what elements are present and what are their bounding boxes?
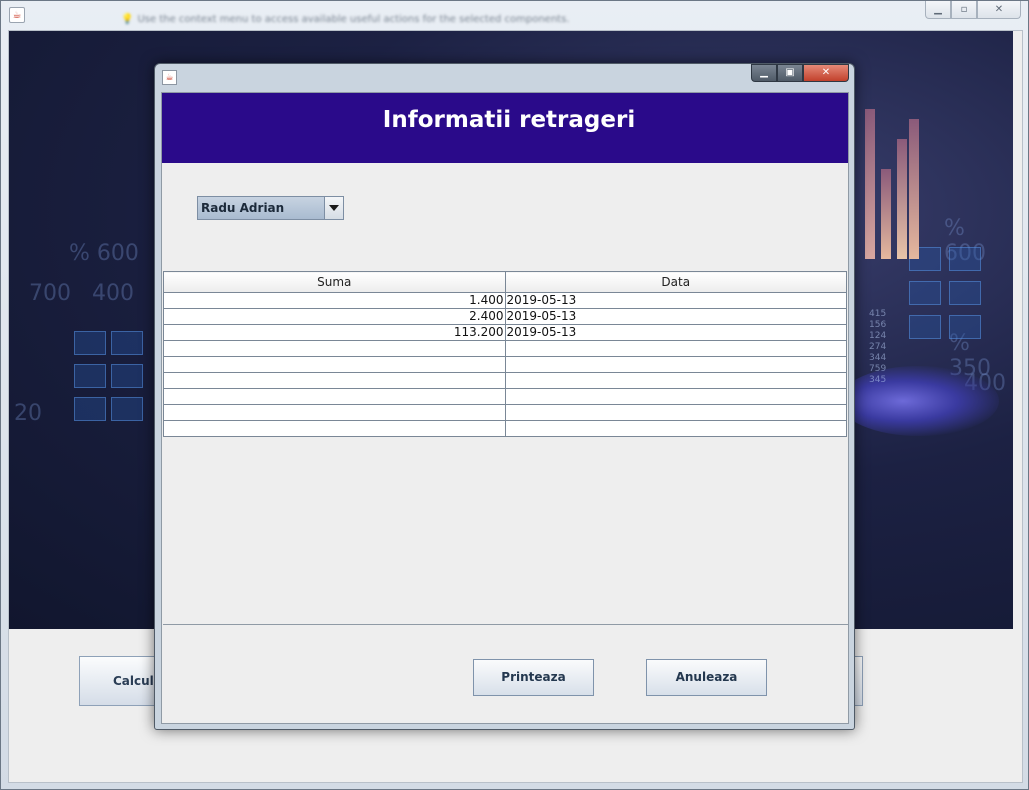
bg-glow-hand	[839, 366, 999, 436]
cell-data[interactable]: 2019-05-13	[504, 308, 847, 325]
bg-chart-tile	[111, 364, 143, 388]
withdrawals-dialog: ☕ ▁ ▣ ✕ Informatii retrageri Radu Adrian…	[154, 63, 855, 730]
close-icon[interactable]: ✕	[977, 1, 1021, 19]
dialog-header: Informatii retrageri	[162, 93, 848, 163]
dialog-window-controls: ▁ ▣ ✕	[751, 64, 849, 82]
cell-suma[interactable]	[163, 356, 506, 373]
minimize-icon[interactable]: ▁	[925, 1, 951, 19]
bg-chart-tile	[949, 281, 981, 305]
bg-bar	[865, 109, 875, 259]
bg-chart-tile	[74, 397, 106, 421]
cell-data[interactable]: 2019-05-13	[504, 292, 847, 309]
table-row[interactable]	[163, 420, 847, 437]
bg-chart-tile	[111, 331, 143, 355]
bg-chart-tile	[909, 315, 941, 339]
bg-bar	[897, 139, 907, 259]
print-button[interactable]: Printeaza	[473, 659, 594, 696]
maximize-icon[interactable]: ▫	[951, 1, 977, 19]
bg-chart-tile	[74, 331, 106, 355]
cell-data[interactable]	[504, 340, 847, 357]
table-row[interactable]	[163, 388, 847, 405]
client-select-value[interactable]: Radu Adrian	[198, 197, 324, 219]
table-row[interactable]: 1.400 2019-05-13	[163, 292, 847, 309]
minimize-icon[interactable]: ▁	[751, 64, 777, 82]
cell-data[interactable]	[504, 388, 847, 405]
chevron-down-icon[interactable]	[324, 197, 343, 219]
bg-decoration: 700 400	[29, 281, 134, 306]
cell-data[interactable]	[504, 404, 847, 421]
lightbulb-icon: 💡	[121, 14, 134, 25]
table-row[interactable]	[163, 404, 847, 421]
cell-suma[interactable]: 113.200	[163, 324, 506, 341]
cell-suma[interactable]	[163, 404, 506, 421]
cell-data[interactable]	[504, 372, 847, 389]
bg-chart-tile	[909, 281, 941, 305]
close-icon[interactable]: ✕	[803, 64, 849, 82]
dialog-title: Informatii retrageri	[382, 107, 636, 133]
bg-decoration: 20	[14, 401, 42, 426]
main-window-controls: ▁ ▫ ✕	[925, 1, 1021, 19]
bg-chart-tile	[949, 315, 981, 339]
maximize-icon[interactable]: ▣	[777, 64, 803, 82]
table-row[interactable]: 2.400 2019-05-13	[163, 308, 847, 325]
dialog-body: Informatii retrageri Radu Adrian Suma Da…	[161, 92, 849, 724]
bg-bar	[909, 119, 919, 259]
cell-suma[interactable]	[163, 420, 506, 437]
bg-decoration: 415 156 124 274 344 759 345	[869, 309, 887, 385]
withdrawals-table: Suma Data 1.400 2019-05-13 2.400 2019-05-1…	[163, 271, 847, 437]
cancel-button[interactable]: Anuleaza	[646, 659, 767, 696]
bg-chart-tile	[949, 247, 981, 271]
cell-data[interactable]: 2019-05-13	[504, 324, 847, 341]
cell-suma[interactable]	[163, 388, 506, 405]
column-header-data[interactable]: Data	[504, 271, 847, 293]
cell-suma[interactable]: 2.400	[163, 308, 506, 325]
column-header-suma[interactable]: Suma	[163, 271, 506, 293]
cell-suma[interactable]	[163, 340, 506, 357]
table-row[interactable]	[163, 372, 847, 389]
table-row[interactable]	[163, 356, 847, 373]
table-row[interactable]: 113.200 2019-05-13	[163, 324, 847, 341]
bg-bar	[881, 169, 891, 259]
cell-suma[interactable]: 1.400	[163, 292, 506, 309]
cell-data[interactable]	[504, 356, 847, 373]
bg-chart-tile	[111, 397, 143, 421]
cell-suma[interactable]	[163, 372, 506, 389]
java-icon: ☕	[9, 7, 25, 23]
table-scroll-area[interactable]: Suma Data 1.400 2019-05-13 2.400 2019-05-1…	[163, 271, 848, 625]
table-row[interactable]	[163, 340, 847, 357]
cell-data[interactable]	[504, 420, 847, 437]
main-titlebar: ☕ 💡 Use the context menu to access availa…	[1, 1, 1028, 29]
context-hint-text: Use the context menu to access available…	[137, 14, 570, 25]
java-icon: ☕	[162, 70, 177, 85]
bg-decoration: % 600	[69, 241, 139, 266]
client-select[interactable]: Radu Adrian	[197, 196, 344, 220]
context-hint: 💡 Use the context menu to access availabl…	[121, 14, 569, 25]
bg-chart-tile	[74, 364, 106, 388]
